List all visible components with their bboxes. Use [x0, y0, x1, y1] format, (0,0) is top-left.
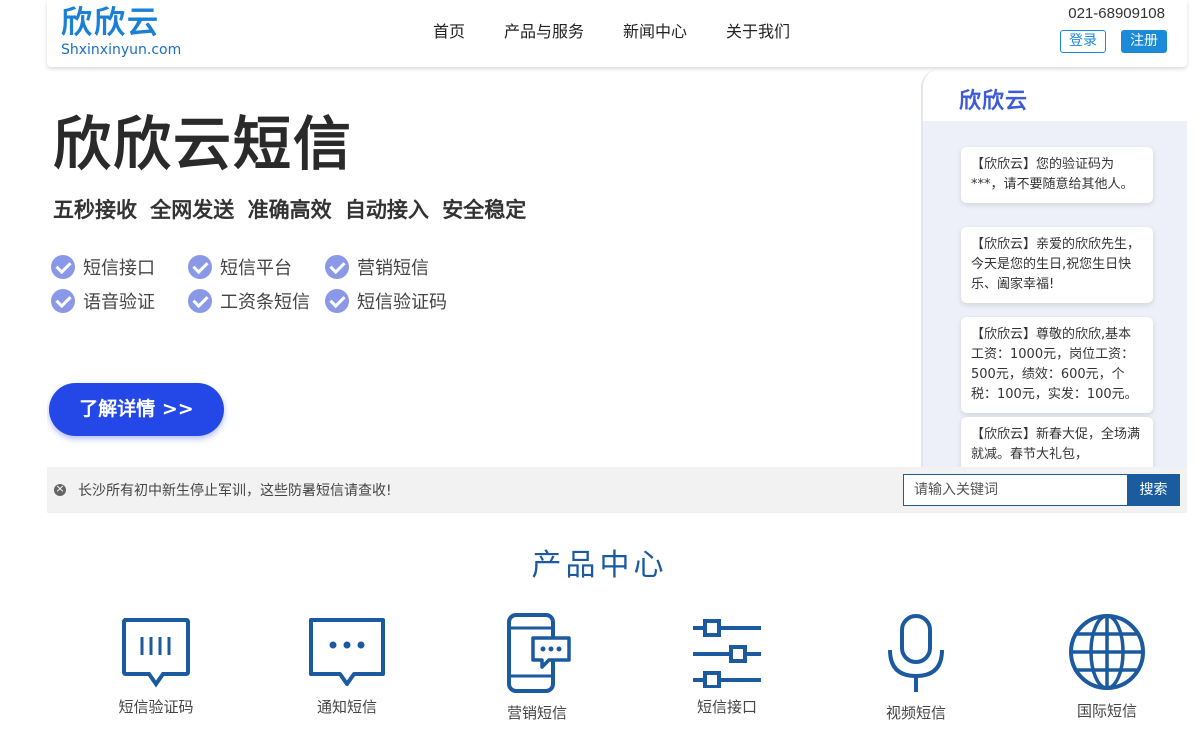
nav-home[interactable]: 首页 — [433, 22, 465, 42]
product-label: 短信验证码 — [118, 698, 194, 716]
sliders-icon — [693, 619, 761, 688]
feature-item: 工资条短信 — [188, 288, 310, 314]
login-button[interactable]: 登录 — [1060, 30, 1106, 53]
main-nav: 首页 产品与服务 新闻中心 关于我们 — [433, 22, 790, 42]
nav-news[interactable]: 新闻中心 — [623, 22, 687, 42]
globe-icon — [1069, 614, 1145, 690]
feature-label: 营销短信 — [357, 258, 429, 279]
feature-label: 短信接口 — [83, 258, 155, 279]
sms-bubble: 【欣欣云】尊敬的欣欣,基本工资：1000元，岗位工资：500元，绩效：600元，… — [961, 317, 1153, 413]
notice-link[interactable]: 长沙所有初中新生停止军训，这些防暑短信请查收! — [78, 480, 392, 500]
product-sms-api[interactable]: 短信接口 — [657, 612, 797, 717]
feature-label: 短信验证码 — [357, 292, 447, 313]
learn-more-button[interactable]: 了解详情 >> — [49, 383, 224, 436]
sms-bubble: 【欣欣云】亲爱的欣欣先生，今天是您的生日,祝您生日快乐、阖家幸福! — [961, 227, 1153, 303]
product-notification-sms[interactable]: 通知短信 — [277, 612, 417, 717]
check-icon — [188, 255, 212, 279]
check-icon — [325, 255, 349, 279]
feature-label: 工资条短信 — [220, 292, 310, 313]
feature-item: 短信接口 — [51, 254, 155, 280]
nav-about[interactable]: 关于我们 — [726, 22, 790, 42]
check-icon — [51, 255, 75, 279]
logo-text-cn: 欣欣云 — [61, 5, 160, 41]
feature-item: 营销短信 — [325, 254, 429, 280]
product-international-sms[interactable]: 国际短信 — [1037, 612, 1177, 721]
sms-bubble: 【欣欣云】您的验证码为***，请不要随意给其他人。 — [961, 147, 1153, 203]
product-sms-code[interactable]: 短信验证码 — [86, 612, 226, 717]
marketing-phone-icon — [507, 613, 571, 693]
search-button[interactable]: 搜索 — [1127, 474, 1180, 506]
product-label: 视频短信 — [885, 704, 946, 722]
feature-label: 语音验证 — [83, 292, 155, 313]
products-section-title: 产品中心 — [531, 548, 668, 583]
product-label: 短信接口 — [696, 698, 757, 716]
hero-banner: 欣欣云短信 五秒接收 全网发送 准确高效 自动接入 安全稳定 短信接口 短信平台… — [47, 67, 1187, 467]
sms-bubble: 【欣欣云】新春大促，全场满就减。春节大礼包， — [961, 417, 1153, 467]
microphone-icon — [888, 614, 944, 692]
product-marketing-sms[interactable]: 营销短信 — [467, 612, 607, 723]
site-header: 欣欣云 Shxinxinyun.com 首页 产品与服务 新闻中心 关于我们 0… — [47, 0, 1187, 67]
feature-label: 短信平台 — [220, 258, 292, 279]
phone-mockup-header: 欣欣云 — [923, 69, 1187, 121]
product-video-sms[interactable]: 视频短信 — [846, 612, 986, 723]
feature-item: 短信平台 — [188, 254, 292, 280]
notification-message-icon — [309, 618, 385, 686]
sms-code-icon — [122, 618, 190, 688]
feature-item: 语音验证 — [51, 288, 155, 314]
phone-mockup-logo: 欣欣云 — [959, 89, 1029, 114]
product-label: 国际短信 — [1076, 702, 1137, 720]
check-icon — [325, 289, 349, 313]
product-label: 营销短信 — [506, 704, 567, 722]
site-logo[interactable]: 欣欣云 Shxinxinyun.com — [61, 3, 181, 61]
notice-bar: 长沙所有初中新生停止军训，这些防暑短信请查收! 搜索 — [47, 467, 1187, 513]
contact-phone: 021-68909108 — [1068, 5, 1165, 22]
nav-products[interactable]: 产品与服务 — [504, 22, 584, 42]
banner-subtitle: 五秒接收 全网发送 准确高效 自动接入 安全稳定 — [53, 198, 527, 222]
register-button[interactable]: 注册 — [1121, 30, 1167, 53]
product-label: 通知短信 — [316, 698, 377, 716]
close-circle-icon — [54, 481, 66, 497]
check-icon — [188, 289, 212, 313]
feature-item: 短信验证码 — [325, 288, 447, 314]
banner-title: 欣欣云短信 — [53, 110, 354, 178]
logo-text-en: Shxinxinyun.com — [61, 42, 182, 58]
phone-mockup: 欣欣云 【欣欣云】您的验证码为***，请不要随意给其他人。 【欣欣云】亲爱的欣欣… — [921, 69, 1187, 467]
search-input[interactable] — [903, 474, 1128, 506]
check-icon — [51, 289, 75, 313]
